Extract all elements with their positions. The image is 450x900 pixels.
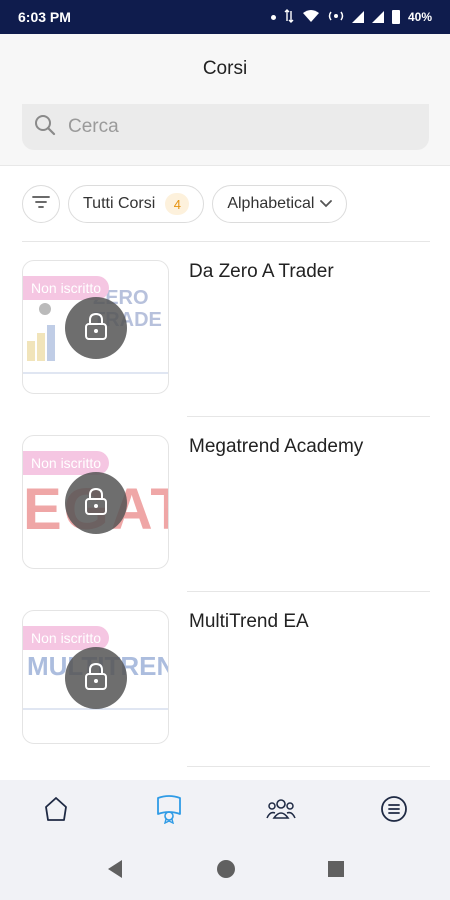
search-icon	[34, 114, 56, 141]
lock-icon	[83, 311, 109, 346]
chevron-down-icon	[320, 195, 333, 213]
status-icons: 40%	[270, 8, 432, 26]
nav-menu[interactable]	[364, 786, 424, 836]
status-time: 6:03 PM	[18, 9, 71, 25]
recents-icon[interactable]	[327, 860, 345, 883]
notification-dot-icon	[270, 14, 276, 20]
system-nav-bar	[0, 842, 450, 900]
course-title[interactable]: MultiTrend EA	[189, 610, 409, 634]
bottom-nav	[0, 780, 450, 842]
signal-icon	[351, 11, 364, 23]
home-icon	[42, 795, 70, 828]
menu-icon	[380, 795, 408, 828]
nav-courses[interactable]	[139, 786, 199, 836]
course-thumbnail: EGAT Non iscritto	[22, 435, 169, 569]
lock-button[interactable]	[65, 647, 127, 709]
search-box[interactable]	[22, 104, 429, 150]
course-card[interactable]: MULTITREN Non iscritto MultiTrend EA	[22, 592, 430, 767]
page-title: Corsi	[202, 58, 248, 79]
signal-2-icon	[371, 11, 384, 23]
filter-icon	[31, 194, 51, 215]
status-bar: 6:03 PM 40%	[0, 0, 450, 34]
course-thumbnail: MULTITREN Non iscritto	[22, 610, 169, 744]
wifi-icon	[302, 9, 320, 26]
all-courses-label: Tutti Corsi	[83, 195, 156, 212]
course-separator	[187, 766, 430, 767]
search-section	[0, 104, 450, 166]
course-thumbnail: ZERO TRADE Non iscritto	[22, 260, 169, 394]
all-courses-chip[interactable]: Tutti Corsi 4	[68, 185, 205, 223]
hotspot-icon	[328, 9, 344, 26]
course-card[interactable]: EGAT Non iscritto Megatrend Academy	[22, 417, 430, 592]
course-count-badge: 4	[165, 193, 190, 215]
app-bar: Corsi	[0, 34, 450, 104]
sort-dropdown[interactable]: Alphabetical	[212, 185, 348, 223]
battery-level: 40%	[407, 10, 432, 24]
search-input[interactable]	[68, 116, 388, 138]
lock-icon	[83, 486, 109, 521]
lock-icon	[83, 661, 109, 696]
lock-button[interactable]	[65, 297, 127, 359]
course-title[interactable]: Megatrend Academy	[189, 435, 409, 459]
course-card[interactable]: ZERO TRADE Non iscritto Da Zero A Trader	[22, 242, 430, 417]
lock-button[interactable]	[65, 472, 127, 534]
sort-label: Alphabetical	[227, 195, 315, 212]
battery-icon	[391, 10, 400, 24]
courses-icon	[155, 794, 183, 829]
nav-community[interactable]	[251, 786, 311, 836]
back-icon[interactable]	[105, 859, 125, 884]
data-arrows-icon	[284, 8, 294, 26]
community-icon	[265, 796, 297, 827]
nav-home[interactable]	[26, 786, 86, 836]
filter-row: Tutti Corsi 4 Alphabetical	[22, 184, 348, 224]
home-button-icon[interactable]	[216, 859, 236, 884]
course-title[interactable]: Da Zero A Trader	[189, 260, 409, 284]
filter-button[interactable]	[22, 185, 60, 223]
